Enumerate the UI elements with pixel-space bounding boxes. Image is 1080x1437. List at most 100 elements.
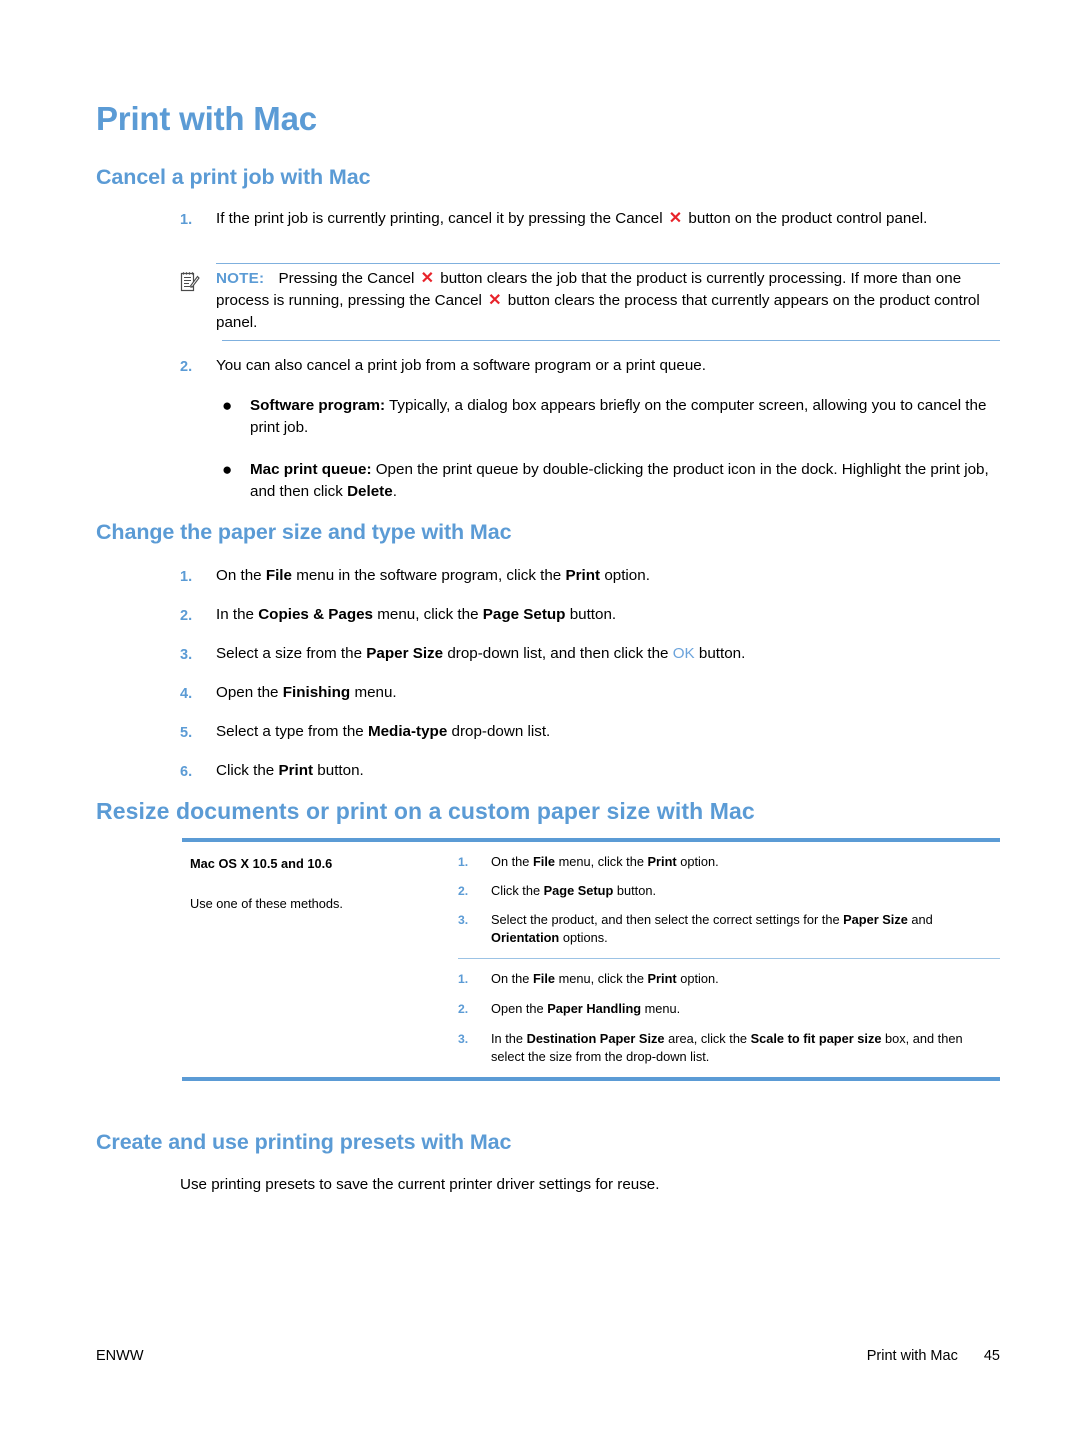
list-item: 2. Open the Paper Handling menu.	[458, 1000, 992, 1018]
emphasis-text: Media-type	[367, 723, 448, 740]
list-item: ● Mac print queue: Open the print queue …	[216, 459, 1004, 503]
page-title: Print with Mac	[96, 100, 317, 137]
list-text: Select a type from the Media-type drop-d…	[216, 721, 1000, 744]
cancel-step-2: 2. You can also cancel a print job from …	[180, 355, 1000, 391]
emphasis-text: Paper Size	[366, 645, 444, 662]
emphasis-text: Scale to fit paper size	[750, 1031, 882, 1046]
procedure-group-1: 1. On the File menu, click the Print opt…	[458, 842, 1000, 958]
text-run: drop-down list.	[447, 723, 551, 740]
table-row: Mac OS X 10.5 and 10.6 Use one of these …	[182, 842, 1000, 1077]
list-number: 1.	[180, 212, 193, 228]
text-run: menu.	[350, 684, 397, 701]
list-number: 2.	[458, 1002, 469, 1016]
list-number: 5.	[180, 725, 193, 741]
table-cell-os: Mac OS X 10.5 and 10.6 Use one of these …	[182, 842, 458, 1077]
text-run: menu, click the	[555, 971, 648, 986]
emphasis-text: Finishing	[282, 684, 351, 701]
text-run: Open the	[216, 684, 283, 701]
emphasis-text: Software program:	[250, 397, 386, 414]
emphasis-text: Page Setup	[543, 883, 614, 898]
list-text: Click the Page Setup button.	[491, 882, 992, 900]
text-run: In the	[491, 1031, 527, 1046]
text-run: drop-down list, and then click the	[443, 645, 673, 662]
list-item: 1. On the File menu, click the Print opt…	[458, 970, 992, 988]
cancel-x-icon: ✕	[668, 210, 683, 227]
list-item: 3. Select a size from the Paper Size dro…	[180, 643, 1000, 666]
text-run: Click the	[216, 762, 279, 779]
text-run: You can also cancel a print job from a s…	[216, 357, 706, 374]
emphasis-text: Destination Paper Size	[526, 1031, 665, 1046]
text-run: Select a size from the	[216, 645, 367, 662]
footer-left: ENWW	[96, 1348, 144, 1364]
list-text: Click the Print button.	[216, 760, 1000, 783]
list-item: 3. Select the product, and then select t…	[458, 911, 992, 947]
text-run: menu in the software program, click the	[291, 567, 566, 584]
emphasis-text: Copies & Pages	[258, 606, 374, 623]
table-cell-procedures: 1. On the File menu, click the Print opt…	[458, 842, 1000, 1077]
list-item: 1. On the File menu in the software prog…	[180, 565, 1000, 588]
text-run: On the	[491, 971, 533, 986]
emphasis-text: Mac print queue:	[250, 461, 372, 478]
emphasis-text: Page Setup	[482, 606, 566, 623]
list-text: Open the Paper Handling menu.	[491, 1000, 992, 1018]
text-run: On the	[216, 567, 266, 584]
emphasis-text: Orientation	[491, 930, 560, 945]
text-run: .	[392, 483, 397, 500]
emphasis-text: Print	[565, 567, 601, 584]
footer-right: Print with Mac 45	[845, 1348, 1000, 1364]
list-item: 2. In the Copies & Pages menu, click the…	[180, 604, 1000, 627]
list-text: On the File menu, click the Print option…	[491, 853, 992, 871]
emphasis-text: Paper Handling	[547, 1001, 642, 1016]
emphasis-text: Print	[647, 971, 677, 986]
list-text: In the Copies & Pages menu, click the Pa…	[216, 604, 1000, 627]
section-heading-paper-size: Change the paper size and type with Mac	[96, 520, 512, 544]
bullet-text: Software program: Typically, a dialog bo…	[250, 395, 1004, 439]
text-run: button on the product control panel.	[684, 210, 928, 227]
list-text: Select the product, and then select the …	[491, 911, 992, 947]
cancel-x-icon: ✕	[488, 292, 502, 309]
text-run: option.	[676, 854, 719, 869]
list-item: 1. On the File menu, click the Print opt…	[458, 853, 992, 871]
list-text: On the File menu in the software program…	[216, 565, 1000, 588]
emphasis-text: File	[532, 971, 556, 986]
list-number: 1.	[180, 569, 193, 585]
section-resize-documents: Resize documents or print on a custom pa…	[96, 798, 1016, 825]
note-rule-top	[216, 263, 1000, 264]
text-run: menu, click the	[373, 606, 483, 623]
list-text: In the Destination Paper Size area, clic…	[491, 1030, 992, 1066]
note-label: NOTE:	[216, 270, 265, 287]
text-run: option.	[600, 567, 650, 584]
document-page: Print with Mac Cancel a print job with M…	[0, 0, 1080, 1437]
text-run: Pressing the Cancel	[278, 270, 419, 287]
text-run: Select a type from the	[216, 723, 368, 740]
list-item: 4. Open the Finishing menu.	[180, 682, 1000, 705]
cancel-x-icon: ✕	[420, 270, 435, 287]
text-run: Open the	[491, 1001, 548, 1016]
footer-chapter-label: Print with Mac	[866, 1348, 958, 1364]
list-number: 3.	[458, 913, 469, 927]
list-item: 6. Click the Print button.	[180, 760, 1000, 783]
resize-procedure-table: Mac OS X 10.5 and 10.6 Use one of these …	[182, 838, 1000, 1081]
text-run: area, click the	[664, 1031, 751, 1046]
section-cancel-print-job: Cancel a print job with Mac	[96, 165, 1000, 190]
list-number: 2.	[458, 884, 469, 898]
note-rule-bottom	[222, 340, 1000, 341]
list-item: 2. Click the Page Setup button.	[458, 882, 992, 900]
footer-page-number: 45	[983, 1348, 1000, 1364]
text-run: option.	[676, 971, 719, 986]
text-run: and	[907, 912, 933, 927]
emphasis-text: File	[532, 854, 556, 869]
section-heading-cancel: Cancel a print job with Mac	[96, 165, 371, 189]
list-number: 4.	[180, 686, 193, 702]
bullet-dot-icon: ●	[222, 396, 233, 415]
list-text: On the File menu, click the Print option…	[491, 970, 992, 988]
text-run: In the	[216, 606, 259, 623]
emphasis-text: Print	[278, 762, 314, 779]
list-item: 2. You can also cancel a print job from …	[180, 355, 1000, 378]
text-run: button.	[694, 645, 746, 662]
os-methods-note: Use one of these methods.	[190, 896, 343, 911]
list-item: ● Software program: Typically, a dialog …	[216, 395, 1004, 439]
os-version-label: Mac OS X 10.5 and 10.6	[190, 856, 333, 871]
list-number: 1.	[458, 972, 469, 986]
section-printing-presets: Create and use printing presets with Mac	[96, 1130, 1000, 1155]
